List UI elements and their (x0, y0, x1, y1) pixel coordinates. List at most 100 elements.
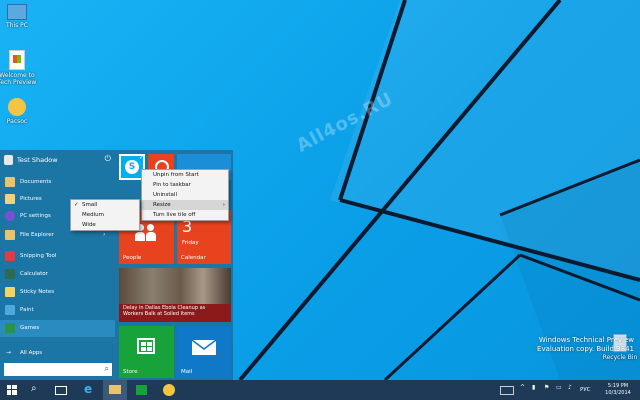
taskbar-search-button[interactable]: ⌕ (24, 380, 48, 400)
desktop-icon-label: Welcome to Tech Preview (0, 72, 37, 86)
user-name: Test Shadow (17, 156, 58, 164)
search-icon: ⌕ (31, 383, 37, 394)
document-icon (9, 50, 25, 70)
all-apps-link[interactable]: → All Apps (0, 346, 115, 360)
scissors-icon (5, 251, 15, 261)
gear-icon (5, 211, 15, 221)
ctx-item-label: Pin to taskbar (153, 182, 191, 188)
skype-icon: S (125, 160, 139, 174)
chevron-right-icon: › (103, 231, 106, 238)
ctx-item-label: Uninstall (153, 192, 177, 198)
menu-item-label: Games (20, 325, 40, 331)
ctx-item-label: Small (82, 202, 98, 208)
folder-icon (5, 177, 15, 187)
resize-wide[interactable]: Wide (71, 220, 139, 230)
start-left-column: Test Shadow ⏻ Documents Pictures PC sett… (0, 150, 115, 380)
menu-item-calculator[interactable]: Calculator (0, 266, 115, 283)
build-line-2: Evaluation copy. Build 9841 (537, 345, 634, 353)
taskbar-pacsoc[interactable] (157, 380, 181, 400)
tile-context-menu: Unpin from Start Pin to taskbar Uninstal… (141, 169, 229, 221)
desktop-icon-label: This PC (6, 22, 28, 29)
internet-explorer-icon: e (84, 382, 93, 396)
chevron-right-icon: › (222, 202, 225, 208)
ctx-item-label: Turn live tile off (153, 212, 196, 218)
ctx-resize[interactable]: Resize › (142, 200, 228, 210)
desktop-icon-this-pc[interactable]: This PC (0, 4, 37, 29)
desktop-icon-label: Recycle Bin (602, 354, 638, 361)
keyboard-icon[interactable] (500, 386, 514, 395)
menu-item-label: Documents (20, 179, 52, 185)
search-icon: ⌕ (104, 364, 109, 373)
game-icon (163, 384, 175, 396)
power-icon[interactable]: ⏻ (105, 154, 111, 164)
tile-store[interactable]: Store (119, 326, 174, 378)
check-icon: ✓ (138, 154, 144, 161)
build-line-1: Windows Technical Preview (538, 336, 634, 344)
menu-item-label: PC settings (20, 213, 51, 219)
mail-icon (191, 339, 217, 355)
resize-submenu: ✓ Small Medium Wide (70, 199, 140, 231)
task-view-button[interactable] (48, 380, 72, 400)
start-button[interactable] (0, 380, 24, 400)
paint-icon (5, 305, 15, 315)
menu-item-label: Paint (20, 307, 34, 313)
tile-news[interactable]: Delay in Dallas Ebola Cleanup as Workers… (119, 268, 231, 322)
tile-label: People (123, 255, 142, 261)
calendar-day-name: Friday (182, 240, 199, 246)
menu-item-label: Sticky Notes (20, 289, 55, 295)
user-account[interactable]: Test Shadow ⏻ (0, 150, 115, 170)
chevron-up-icon[interactable]: ^ (520, 384, 525, 391)
ctx-uninstall[interactable]: Uninstall (142, 190, 228, 200)
games-icon (5, 323, 15, 333)
clock-time: 5:19 PM (607, 383, 629, 389)
user-avatar-icon (4, 155, 13, 165)
taskbar-store[interactable] (130, 380, 154, 400)
calculator-icon (5, 269, 15, 279)
resize-medium[interactable]: Medium (71, 210, 139, 220)
flag-icon[interactable]: ⚑ (544, 384, 549, 391)
resize-small[interactable]: ✓ Small (71, 200, 139, 210)
check-icon: ✓ (74, 202, 79, 208)
menu-item-games[interactable]: Games (0, 320, 115, 337)
menu-item-documents[interactable]: Documents (0, 174, 115, 191)
tile-mail[interactable]: Mail (177, 326, 231, 378)
taskbar-file-explorer[interactable] (103, 380, 127, 400)
ctx-item-label: Resize (153, 202, 171, 208)
arrow-right-icon: → (6, 349, 12, 356)
clock-date: 10/3/2014 (605, 390, 631, 396)
folder-icon (5, 230, 15, 240)
all-apps-label: All Apps (20, 350, 43, 356)
menu-item-sticky-notes[interactable]: Sticky Notes (0, 284, 115, 301)
store-icon (137, 338, 155, 354)
ctx-pin-to-taskbar[interactable]: Pin to taskbar (142, 180, 228, 190)
ctx-item-label: Medium (82, 212, 104, 218)
language-indicator[interactable]: РУС (580, 387, 591, 393)
network-icon[interactable]: ▮ (532, 384, 535, 391)
desktop-icon-pacsoc[interactable]: Pacsoc (0, 98, 37, 125)
desktop-icon-label: Pacsoc (6, 118, 28, 125)
menu-item-label: Calculator (20, 271, 48, 277)
ctx-item-label: Unpin from Start (153, 172, 199, 178)
tile-label: Mail (181, 369, 193, 375)
volume-icon[interactable]: ♪ (568, 384, 572, 391)
menu-item-label: Snipping Tool (20, 253, 57, 259)
computer-icon (7, 4, 27, 20)
note-icon (5, 287, 15, 297)
task-view-icon (55, 386, 67, 395)
tile-label: Store (123, 369, 138, 375)
clock[interactable]: 5:19 PM 10/3/2014 (600, 383, 636, 397)
menu-item-label: File Explorer (20, 232, 54, 238)
system-tray: ^ ▮ ⚑ ▭ ♪ РУС 5:19 PM 10/3/2014 (500, 380, 640, 400)
menu-item-snipping-tool[interactable]: Snipping Tool (0, 248, 115, 265)
folder-icon (109, 385, 121, 394)
news-photo (119, 268, 231, 304)
search-input[interactable]: ⌕ (4, 363, 112, 376)
ctx-turn-live-tile-off[interactable]: Turn live tile off (142, 210, 228, 220)
pictures-icon (5, 194, 15, 204)
battery-icon[interactable]: ▭ (556, 384, 562, 391)
taskbar-internet-explorer[interactable]: e (78, 380, 102, 400)
ctx-item-label: Wide (82, 222, 96, 228)
menu-item-paint[interactable]: Paint (0, 302, 115, 319)
desktop-icon-welcome[interactable]: Welcome to Tech Preview (0, 50, 37, 86)
ctx-unpin-from-start[interactable]: Unpin from Start (142, 170, 228, 180)
